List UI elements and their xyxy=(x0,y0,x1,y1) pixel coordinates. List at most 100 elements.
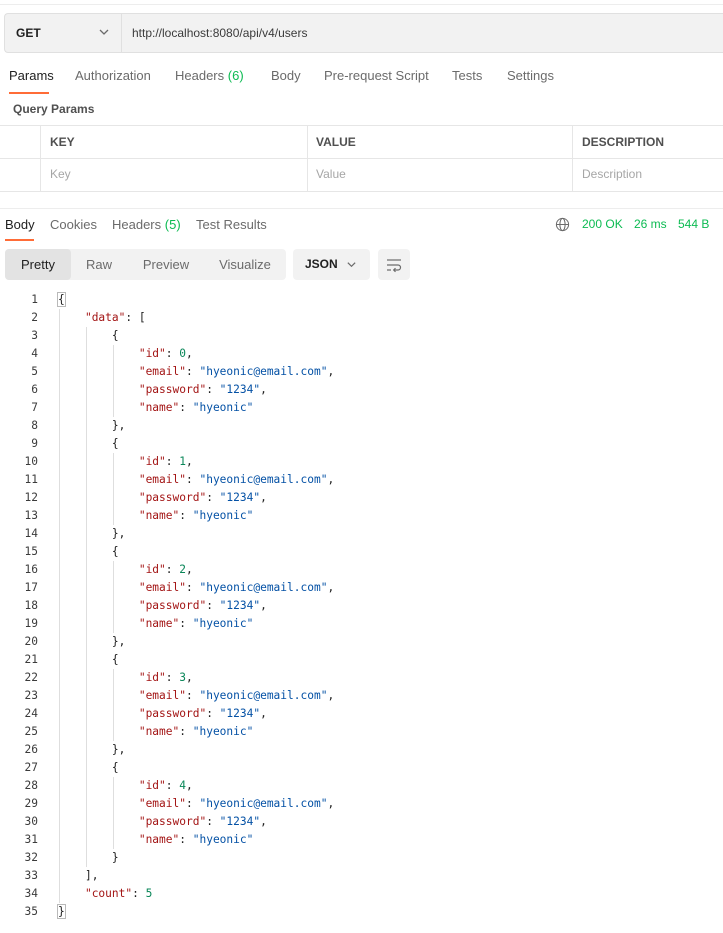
code-text: "id": 4, xyxy=(138,779,193,792)
code-line: 14 }, xyxy=(0,525,723,543)
column-header-value: VALUE xyxy=(316,135,356,149)
tab-body[interactable]: Body xyxy=(271,68,301,83)
line-number: 2 xyxy=(31,311,38,324)
code-text: { xyxy=(57,292,66,307)
view-visualize-button[interactable]: Visualize xyxy=(210,249,280,280)
code-line: 20 }, xyxy=(0,633,723,651)
view-raw-button[interactable]: Raw xyxy=(71,249,127,280)
line-number: 20 xyxy=(24,635,38,648)
line-number: 10 xyxy=(24,455,38,468)
code-line: 32 } xyxy=(0,849,723,867)
active-tab-indicator xyxy=(9,92,49,94)
line-number: 33 xyxy=(24,869,38,882)
code-text: { xyxy=(111,761,119,774)
indent-guide xyxy=(113,453,114,525)
code-text: ], xyxy=(84,869,99,882)
response-size[interactable]: 544 B xyxy=(678,217,709,231)
line-number: 29 xyxy=(24,797,38,810)
tab-authorization[interactable]: Authorization xyxy=(75,68,151,83)
code-line: 4 "id": 0, xyxy=(0,345,723,363)
line-number: 27 xyxy=(24,761,38,774)
view-preview-button[interactable]: Preview xyxy=(131,249,201,280)
description-input[interactable]: Description xyxy=(582,167,642,181)
value-input[interactable]: Value xyxy=(316,167,346,181)
line-number: 8 xyxy=(31,419,38,432)
code-line: 13 "name": "hyeonic" xyxy=(0,507,723,525)
tab-headers[interactable]: Headers (6) xyxy=(175,68,244,83)
code-text: }, xyxy=(111,527,126,540)
code-text: "id": 3, xyxy=(138,671,193,684)
line-number: 5 xyxy=(31,365,38,378)
code-text: "id": 2, xyxy=(138,563,193,576)
active-response-tab-indicator xyxy=(5,239,34,241)
response-body-viewer[interactable]: 1{2 "data": [3 {4 "id": 0, 5 "email": "hy… xyxy=(0,291,723,921)
code-text: } xyxy=(111,851,119,864)
indent-guide xyxy=(113,669,114,741)
line-number: 25 xyxy=(24,725,38,738)
line-number: 6 xyxy=(31,383,38,396)
line-number: 15 xyxy=(24,545,38,558)
code-text: "email": "hyeonic@email.com", xyxy=(138,473,335,486)
response-tab-cookies[interactable]: Cookies xyxy=(50,217,97,232)
code-line: 10 "id": 1, xyxy=(0,453,723,471)
response-headers-count: (5) xyxy=(164,217,181,232)
line-number: 1 xyxy=(31,293,38,306)
globe-icon[interactable] xyxy=(555,217,570,232)
code-line: 21 { xyxy=(0,651,723,669)
code-text: { xyxy=(111,329,119,342)
query-params-title: Query Params xyxy=(13,102,95,116)
headers-count: (6) xyxy=(227,68,244,83)
code-line: 8 }, xyxy=(0,417,723,435)
code-text: { xyxy=(111,653,119,666)
code-line: 28 "id": 4, xyxy=(0,777,723,795)
line-number: 3 xyxy=(31,329,38,342)
tab-settings[interactable]: Settings xyxy=(507,68,554,83)
line-number: 30 xyxy=(24,815,38,828)
chevron-down-icon[interactable] xyxy=(98,26,110,38)
key-input[interactable]: Key xyxy=(50,167,71,181)
code-line: 30 "password": "1234", xyxy=(0,813,723,831)
code-text: "email": "hyeonic@email.com", xyxy=(138,797,335,810)
code-line: 19 "name": "hyeonic" xyxy=(0,615,723,633)
code-line: 17 "email": "hyeonic@email.com", xyxy=(0,579,723,597)
response-tab-headers[interactable]: Headers (5) xyxy=(112,217,181,232)
code-text: }, xyxy=(111,635,126,648)
line-number: 32 xyxy=(24,851,38,864)
code-line: 24 "password": "1234", xyxy=(0,705,723,723)
response-tab-body[interactable]: Body xyxy=(5,217,35,232)
code-text: "email": "hyeonic@email.com", xyxy=(138,689,335,702)
line-number: 22 xyxy=(24,671,38,684)
line-number: 34 xyxy=(24,887,38,900)
code-line: 2 "data": [ xyxy=(0,309,723,327)
view-pretty-button[interactable]: Pretty xyxy=(5,249,71,280)
status-code[interactable]: 200 OK xyxy=(582,217,623,231)
response-time[interactable]: 26 ms xyxy=(634,217,667,231)
code-line: 6 "password": "1234", xyxy=(0,381,723,399)
indent-guide xyxy=(59,309,60,903)
wrap-lines-icon xyxy=(387,259,402,273)
code-text: "name": "hyeonic" xyxy=(138,509,254,522)
code-line: 12 "password": "1234", xyxy=(0,489,723,507)
line-number: 18 xyxy=(24,599,38,612)
line-number: 11 xyxy=(24,473,38,486)
code-text: "count": 5 xyxy=(84,887,153,900)
line-number: 19 xyxy=(24,617,38,630)
code-text: "name": "hyeonic" xyxy=(138,401,254,414)
code-line: 3 { xyxy=(0,327,723,345)
method-divider xyxy=(121,13,122,53)
code-text: "password": "1234", xyxy=(138,815,267,828)
code-text: }, xyxy=(111,743,126,756)
line-number: 12 xyxy=(24,491,38,504)
method-label: GET xyxy=(16,26,41,40)
code-line: 26 }, xyxy=(0,741,723,759)
tab-pre-request-script[interactable]: Pre-request Script xyxy=(324,68,429,83)
indent-guide xyxy=(86,327,87,867)
code-line: 11 "email": "hyeonic@email.com", xyxy=(0,471,723,489)
column-header-key: KEY xyxy=(50,135,75,149)
tab-tests[interactable]: Tests xyxy=(452,68,482,83)
response-tab-test-results[interactable]: Test Results xyxy=(196,217,267,232)
code-line: 15 { xyxy=(0,543,723,561)
tab-params[interactable]: Params xyxy=(9,68,54,83)
url-input[interactable]: http://localhost:8080/api/v4/users xyxy=(132,13,307,53)
code-text: "name": "hyeonic" xyxy=(138,833,254,846)
